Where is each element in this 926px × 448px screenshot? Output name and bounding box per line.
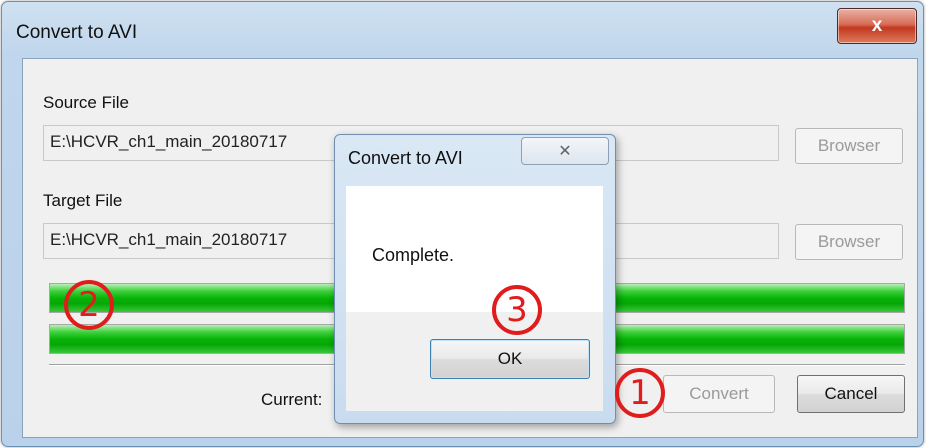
annotation-marker-1: 1 [615, 368, 665, 418]
dialog-title: Convert to AVI [348, 148, 463, 168]
current-label: Current: [261, 390, 323, 409]
complete-dialog: Convert to AVI ✕ Complete. OK [334, 134, 616, 424]
annotation-marker-3: 3 [492, 285, 542, 335]
target-browse-button[interactable]: Browser [795, 224, 903, 260]
target-file-label: Target File [43, 191, 123, 210]
annotation-marker-2: 2 [64, 280, 114, 330]
ok-button[interactable]: OK [430, 339, 590, 379]
dialog-close-icon[interactable]: ✕ [521, 137, 609, 165]
dialog-message: Complete. [372, 245, 455, 265]
dialog-body: Complete. OK [346, 186, 603, 411]
window-title: Convert to AVI [16, 22, 138, 43]
close-icon[interactable]: x [837, 8, 917, 44]
convert-button[interactable]: Convert [663, 375, 775, 413]
cancel-button[interactable]: Cancel [797, 375, 905, 413]
source-browse-button[interactable]: Browser [795, 128, 903, 164]
source-file-label: Source File [43, 93, 129, 112]
